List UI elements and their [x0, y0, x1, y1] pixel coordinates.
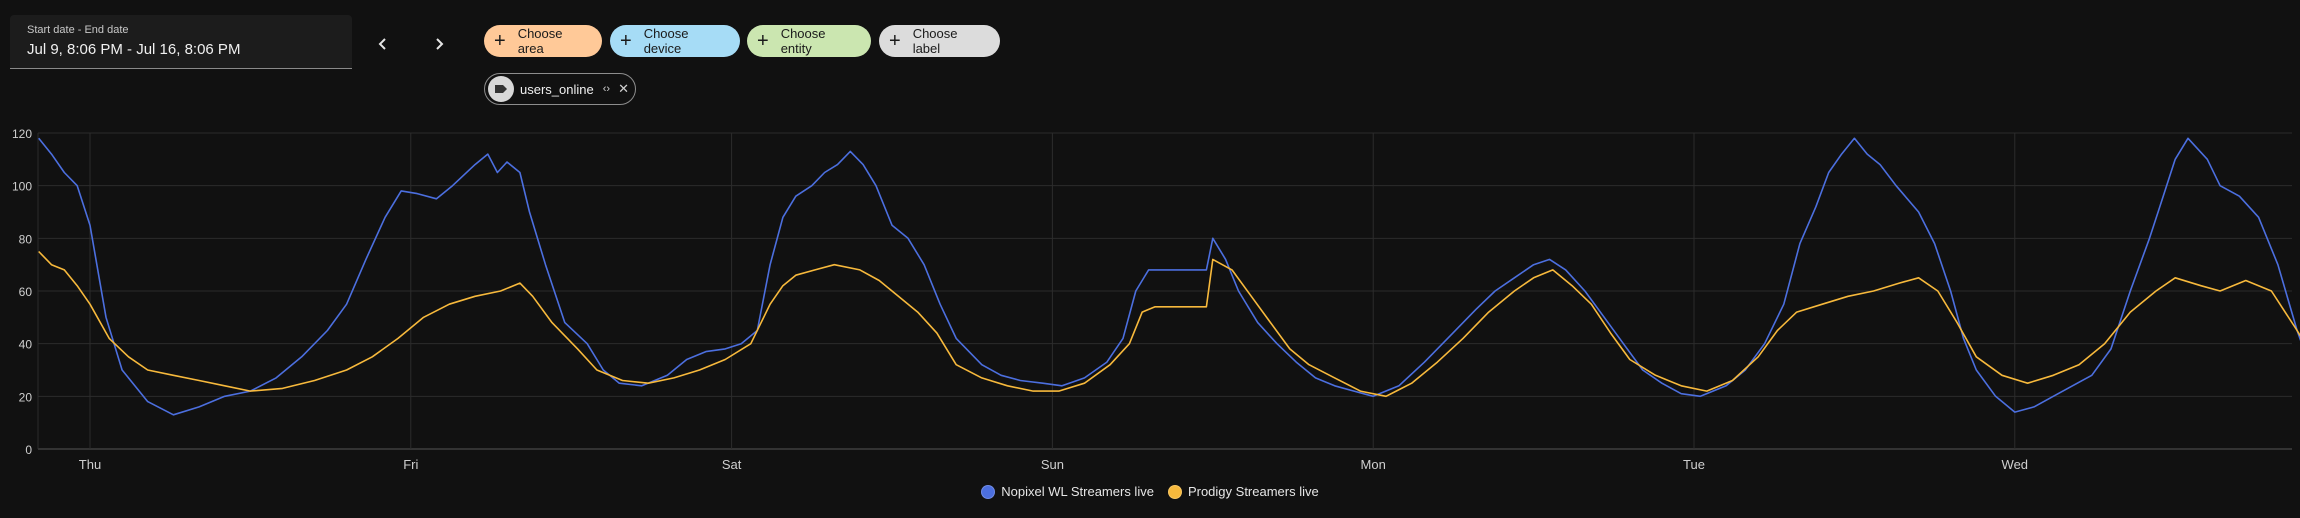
x-tick-label: Fri: [403, 457, 418, 472]
series-line: [38, 137, 2300, 416]
chart-series: [38, 137, 2300, 416]
y-tick-label: 40: [19, 338, 33, 352]
chart-grid: [37, 132, 2292, 450]
series-line: [38, 250, 2300, 398]
x-tick-label: Tue: [1683, 457, 1705, 472]
y-axis: 0 20 40 60 80 100 120: [12, 127, 32, 457]
y-tick-label: 120: [12, 127, 32, 141]
y-tick-label: 20: [19, 390, 33, 404]
x-tick-label: Wed: [2002, 457, 2029, 472]
x-tick-label: Sat: [722, 457, 742, 472]
legend-dot: [1167, 484, 1182, 499]
legend-dot: [981, 484, 996, 499]
history-chart: 0 20 40 60 80 100 120 Thu Fri Sat Sun Mon Tue Wed: [12, 127, 2300, 472]
y-tick-label: 0: [25, 443, 32, 457]
y-tick-label: 100: [12, 180, 32, 194]
legend-item-prodigy[interactable]: Prodigy Streamers live: [1167, 484, 1319, 499]
legend-item-nopixel[interactable]: Nopixel WL Streamers live: [981, 484, 1154, 499]
x-axis: Thu Fri Sat Sun Mon Tue Wed: [79, 457, 2028, 472]
y-tick-label: 60: [19, 285, 33, 299]
y-tick-label: 80: [19, 232, 33, 246]
x-tick-label: Sun: [1041, 457, 1064, 472]
legend-label: Prodigy Streamers live: [1187, 484, 1319, 499]
x-tick-label: Mon: [1361, 457, 1386, 472]
legend-label: Nopixel WL Streamers live: [1001, 484, 1154, 499]
chart-legend: Nopixel WL Streamers live Prodigy Stream…: [0, 484, 2300, 499]
x-tick-label: Thu: [79, 457, 101, 472]
